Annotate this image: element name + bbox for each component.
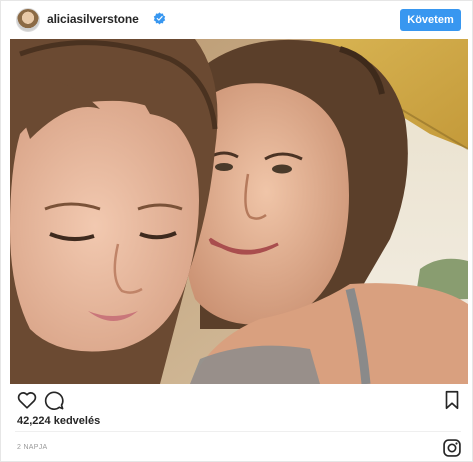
post-actions-bar bbox=[1, 387, 472, 413]
username-link[interactable]: aliciasilverstone bbox=[47, 12, 139, 26]
post-photo-illustration bbox=[10, 39, 468, 384]
bookmark-icon[interactable] bbox=[441, 389, 463, 411]
likes-number: 42,224 bbox=[17, 415, 51, 427]
post-photo[interactable] bbox=[10, 39, 468, 384]
instagram-embed-post: aliciasilverstone Követem 42,224 kedvelé… bbox=[0, 0, 473, 462]
likes-label: kedvelés bbox=[53, 415, 101, 427]
comment-icon[interactable] bbox=[43, 389, 65, 411]
post-timestamp[interactable]: 2 NAPJA bbox=[17, 444, 48, 451]
likes-count[interactable]: 42,224 kedvelés bbox=[17, 415, 100, 427]
avatar[interactable] bbox=[16, 8, 40, 32]
verified-badge-icon bbox=[153, 12, 166, 25]
footer-divider bbox=[15, 431, 461, 432]
post-header: aliciasilverstone Követem bbox=[1, 1, 472, 39]
instagram-icon[interactable] bbox=[442, 438, 462, 458]
heart-icon[interactable] bbox=[16, 389, 38, 411]
follow-button[interactable]: Követem bbox=[400, 9, 461, 31]
